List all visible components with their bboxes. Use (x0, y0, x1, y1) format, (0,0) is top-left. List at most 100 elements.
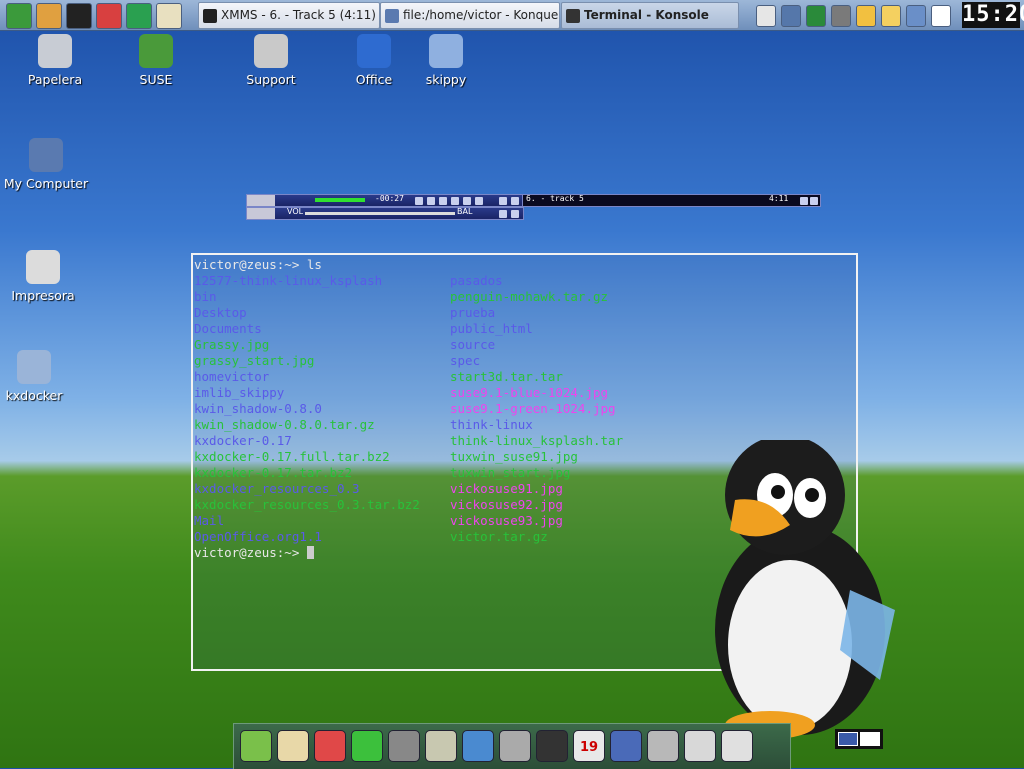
xmms-playlist-close-button[interactable] (810, 197, 818, 205)
kxdocker-dock: 19 (233, 723, 791, 769)
xmms-playlist-shade-button[interactable] (800, 197, 808, 205)
xmms-stop-button[interactable] (451, 197, 459, 205)
task-button-0[interactable]: XMMS - 6. - Track 5 (4:11) (198, 2, 380, 29)
ls-entry: start3d.tar.tar (450, 369, 563, 384)
desktop-icon-label: Support (246, 72, 296, 87)
pager[interactable] (835, 729, 883, 749)
notepad-icon[interactable] (931, 5, 951, 27)
ls-entry: vickosuse92.jpg (450, 497, 563, 512)
task-label: file:/home/victor - Konqueror (403, 8, 560, 22)
network-icon[interactable] (831, 5, 851, 27)
desktop-icon-kxdocker[interactable]: kxdocker (0, 350, 79, 403)
xmms-prev-button[interactable] (415, 197, 423, 205)
pen-icon[interactable] (536, 730, 568, 762)
home-icon[interactable] (36, 3, 62, 29)
xmms-close-button[interactable] (511, 197, 519, 205)
clipboard-icon[interactable] (756, 5, 776, 27)
xmms-main-bar[interactable]: -00:27 (246, 194, 524, 207)
terminal-icon[interactable] (66, 3, 92, 29)
suse-icon (139, 34, 173, 68)
xmms-volume-slider[interactable] (305, 212, 455, 215)
settings-icon[interactable] (906, 5, 926, 27)
tux-wallpaper-penguin (715, 440, 895, 739)
pager-desktop-2[interactable] (860, 732, 880, 746)
ls-entry: kxdocker-0.17 (194, 433, 292, 448)
task-button-2[interactable]: Terminal - Konsole (561, 2, 739, 29)
xmms-eq-close-button[interactable] (511, 210, 519, 218)
ls-entry: prueba (450, 305, 496, 320)
konsole-icon (566, 8, 580, 23)
xmms-playlist-bar[interactable]: 6. - track 5 4:11 (522, 194, 821, 207)
trash-icon[interactable] (684, 730, 716, 762)
office-icon (357, 34, 391, 68)
xmms-time: -00:27 (375, 194, 404, 203)
ls-entry: kwin_shadow-0.8.0 (194, 401, 322, 416)
ls-entry: vickosuse91.jpg (450, 481, 563, 496)
ls-entry: kwin_shadow-0.8.0.tar.gz (194, 417, 375, 432)
printer-icon (26, 250, 60, 284)
task-button-1[interactable]: file:/home/victor - Konqueror (380, 2, 560, 29)
terminal-final-prompt: victor@zeus:~> (194, 545, 307, 560)
terminal-prompt: victor@zeus:~> (194, 257, 307, 272)
desktop-icon-support[interactable]: Support (226, 34, 316, 87)
xmms-eject-button[interactable] (475, 197, 483, 205)
notes-icon[interactable] (156, 3, 182, 29)
icq-flower-icon[interactable] (351, 730, 383, 762)
xmms-track-title: 6. - track 5 (526, 194, 584, 203)
help-icon[interactable] (96, 3, 122, 29)
ls-entry: homevictor (194, 369, 270, 384)
photo-icon[interactable] (462, 730, 494, 762)
kmenu-icon[interactable] (6, 3, 32, 29)
xmms-equalizer-bar[interactable]: VOL BAL (246, 207, 524, 220)
ls-entry: public_html (450, 321, 533, 336)
desktop-icon-suse[interactable]: SUSE (111, 34, 201, 87)
xmms-track-length: 4:11 (769, 194, 789, 203)
desktop-icon-label: SUSE (139, 72, 173, 87)
notes-icon[interactable] (277, 730, 309, 762)
ls-entry: bin (194, 289, 217, 304)
desktop-icon-impresora[interactable]: Impresora (0, 250, 88, 303)
desktop-icon-my-computer[interactable]: My Computer (1, 138, 91, 191)
tools-icon[interactable] (647, 730, 679, 762)
terminal-command: ls (306, 257, 322, 272)
calendar-icon[interactable]: 19 (573, 730, 605, 762)
task-label: Terminal - Konsole (584, 8, 709, 22)
ls-entry: tuxwin_suse91.jpg (450, 449, 578, 464)
preview-icon[interactable] (499, 730, 531, 762)
terminal-cursor (306, 546, 314, 559)
ls-entry: penguin-mohawk.tar.gz (450, 289, 609, 304)
pager-desktop-1[interactable] (838, 732, 858, 746)
ls-entry: Documents (194, 321, 262, 336)
clock-icon[interactable] (610, 730, 642, 762)
xmms-shade-button[interactable] (499, 197, 507, 205)
xmms-next-button[interactable] (463, 197, 471, 205)
xmms-pause-button[interactable] (439, 197, 447, 205)
volume-icon[interactable] (781, 5, 801, 27)
speaker-icon[interactable] (388, 730, 420, 762)
drive-icon[interactable] (721, 730, 753, 762)
mail-icon[interactable] (881, 5, 901, 27)
xmms-icon (203, 8, 217, 23)
task-label: XMMS - 6. - Track 5 (4:11) (221, 8, 376, 22)
xmms-vol-label: VOL (287, 207, 304, 216)
film-icon[interactable] (425, 730, 457, 762)
ls-entry: imlib_skippy (194, 385, 285, 400)
lifebuoy-icon[interactable] (314, 730, 346, 762)
ls-entry: think-linux_ksplash.tar (450, 433, 624, 448)
panel-clock[interactable]: 15:20 (962, 2, 1024, 28)
ls-entry: Mail (194, 513, 225, 528)
finder-icon[interactable] (240, 730, 272, 762)
ls-entry: Grassy.jpg (194, 337, 270, 352)
trash-icon (38, 34, 72, 68)
xmms-play-button[interactable] (427, 197, 435, 205)
computer-icon (29, 138, 63, 172)
xmms-eq-logo (247, 208, 275, 219)
desktop-icon-skippy[interactable]: skippy (401, 34, 491, 87)
desktop-icon-label: My Computer (3, 176, 89, 191)
xmms-eq-shade-button[interactable] (499, 210, 507, 218)
battery-icon[interactable] (806, 5, 826, 27)
clock-face-icon[interactable] (856, 5, 876, 27)
terminal-final-line: victor@zeus:~> (194, 545, 314, 561)
desktop-icon-papelera[interactable]: Papelera (10, 34, 100, 87)
update-icon[interactable] (126, 3, 152, 29)
